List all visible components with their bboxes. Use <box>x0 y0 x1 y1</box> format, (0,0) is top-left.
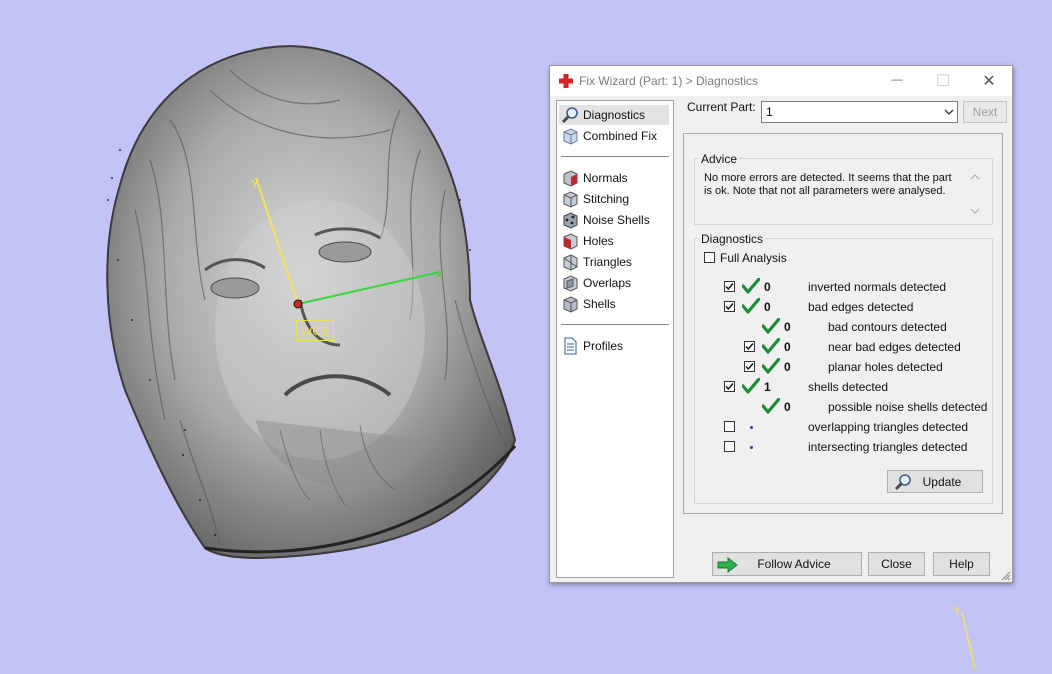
diagnostic-checkbox[interactable] <box>744 361 755 372</box>
diagnostic-label: bad edges detected <box>808 300 914 314</box>
green-check-icon <box>742 278 760 294</box>
nav-item-overlaps[interactable]: Overlaps <box>559 273 669 293</box>
resize-grip-icon[interactable] <box>1001 571 1011 581</box>
normals-cube-icon <box>563 170 578 187</box>
stitching-cube-icon <box>563 191 578 208</box>
svg-text:Y: Y <box>953 604 961 618</box>
full-analysis-checkbox[interactable] <box>704 252 715 263</box>
checkmark-icon <box>745 363 754 371</box>
nav-item-combined-fix[interactable]: Combined Fix <box>559 126 669 146</box>
checkmark-icon <box>725 383 734 391</box>
next-button[interactable]: Next <box>963 101 1007 123</box>
diagnostic-label: intersecting triangles detected <box>808 440 968 454</box>
diagnostic-label: planar holes detected <box>828 360 943 374</box>
status-dot-icon <box>750 446 753 449</box>
diagnostic-count: 0 <box>784 360 791 374</box>
magnifier-icon <box>561 107 578 124</box>
full-analysis-label: Full Analysis <box>720 251 787 265</box>
shells-cube-icon <box>563 296 578 313</box>
diagnostic-checkbox[interactable] <box>724 281 735 292</box>
green-check-icon <box>762 338 780 354</box>
diagnostic-label: overlapping triangles detected <box>808 420 969 434</box>
nav-item-noise-shells[interactable]: Noise Shells <box>559 210 669 230</box>
nav-item-stitching[interactable]: Stitching <box>559 189 669 209</box>
diagnostic-count: 0 <box>764 300 771 314</box>
status-dot-icon <box>750 426 753 429</box>
cube-icon <box>563 128 578 145</box>
checkmark-icon <box>745 343 754 351</box>
red-cross-icon <box>559 74 573 88</box>
diagnostics-title: Diagnostics <box>699 232 766 246</box>
wcs-label: WCS <box>296 320 334 341</box>
green-check-icon <box>762 318 780 334</box>
nav-separator <box>561 324 669 325</box>
green-check-icon <box>742 298 760 314</box>
diagnostic-count: 0 <box>784 400 791 414</box>
nav-separator <box>561 156 669 157</box>
window-title: Fix Wizard (Part: 1) > Diagnostics <box>579 74 759 88</box>
chevron-down-icon <box>944 109 954 115</box>
magnifier-icon <box>894 474 911 491</box>
holes-cube-icon <box>563 233 578 250</box>
fix-wizard-window: Fix Wizard (Part: 1) > Diagnostics ─ ☐ ✕… <box>549 65 1013 583</box>
follow-advice-button[interactable]: Follow Advice <box>712 552 862 576</box>
nav-item-profiles[interactable]: Profiles <box>559 336 669 356</box>
checkmark-icon <box>725 283 734 291</box>
diagnostic-label: bad contours detected <box>828 320 947 334</box>
green-check-icon <box>762 358 780 374</box>
current-part-label: Current Part: <box>687 100 756 114</box>
green-check-icon <box>762 398 780 414</box>
advice-title: Advice <box>699 152 740 166</box>
origin-marker <box>293 299 303 309</box>
nav-item-normals[interactable]: Normals <box>559 168 669 188</box>
checkmark-icon <box>725 303 734 311</box>
green-check-icon <box>742 378 760 394</box>
document-icon <box>564 337 577 355</box>
overlaps-cube-icon <box>563 275 578 292</box>
diagnostic-count: 0 <box>784 340 791 354</box>
svg-text:x: x <box>436 269 442 281</box>
minimize-button[interactable]: ─ <box>874 66 920 96</box>
triangles-cube-icon <box>563 254 578 271</box>
diagnostic-count: 1 <box>764 380 771 394</box>
diagnostic-checkbox[interactable] <box>724 301 735 312</box>
title-bar[interactable]: Fix Wizard (Part: 1) > Diagnostics ─ ☐ ✕ <box>550 66 1012 96</box>
diagnostic-checkbox[interactable] <box>724 421 735 432</box>
diagnostic-label: near bad edges detected <box>828 340 961 354</box>
diagnostic-checkbox[interactable] <box>724 381 735 392</box>
navigation-panel: Diagnostics Combined Fix Normals Stitchi… <box>556 100 674 578</box>
diagnostic-checkbox[interactable] <box>744 341 755 352</box>
help-button[interactable]: Help <box>933 552 990 576</box>
update-button[interactable]: Update <box>887 470 983 493</box>
current-part-select[interactable]: 1 <box>761 101 958 123</box>
diagnostic-label: possible noise shells detected <box>828 400 988 414</box>
advice-scrollbar[interactable] <box>968 170 982 218</box>
close-button[interactable]: Close <box>868 552 925 576</box>
green-arrow-icon <box>717 557 738 573</box>
nav-item-triangles[interactable]: Triangles <box>559 252 669 272</box>
diagnostic-count: 0 <box>764 280 771 294</box>
close-window-button[interactable]: ✕ <box>966 66 1012 96</box>
content-frame: Advice No more errors are detected. It s… <box>683 133 1003 514</box>
diagnostic-count: 0 <box>784 320 791 334</box>
diagnostic-label: inverted normals detected <box>808 280 947 294</box>
nav-item-holes[interactable]: Holes <box>559 231 669 251</box>
nav-item-shells[interactable]: Shells <box>559 294 669 314</box>
advice-text: No more errors are detected. It seems th… <box>704 172 952 197</box>
diagnostic-label: shells detected <box>808 380 889 394</box>
svg-text:Y: Y <box>251 177 259 191</box>
nav-item-diagnostics[interactable]: Diagnostics <box>559 105 669 125</box>
noise-shells-icon <box>563 212 578 229</box>
maximize-button[interactable]: ☐ <box>920 66 966 96</box>
diagnostic-checkbox[interactable] <box>724 441 735 452</box>
